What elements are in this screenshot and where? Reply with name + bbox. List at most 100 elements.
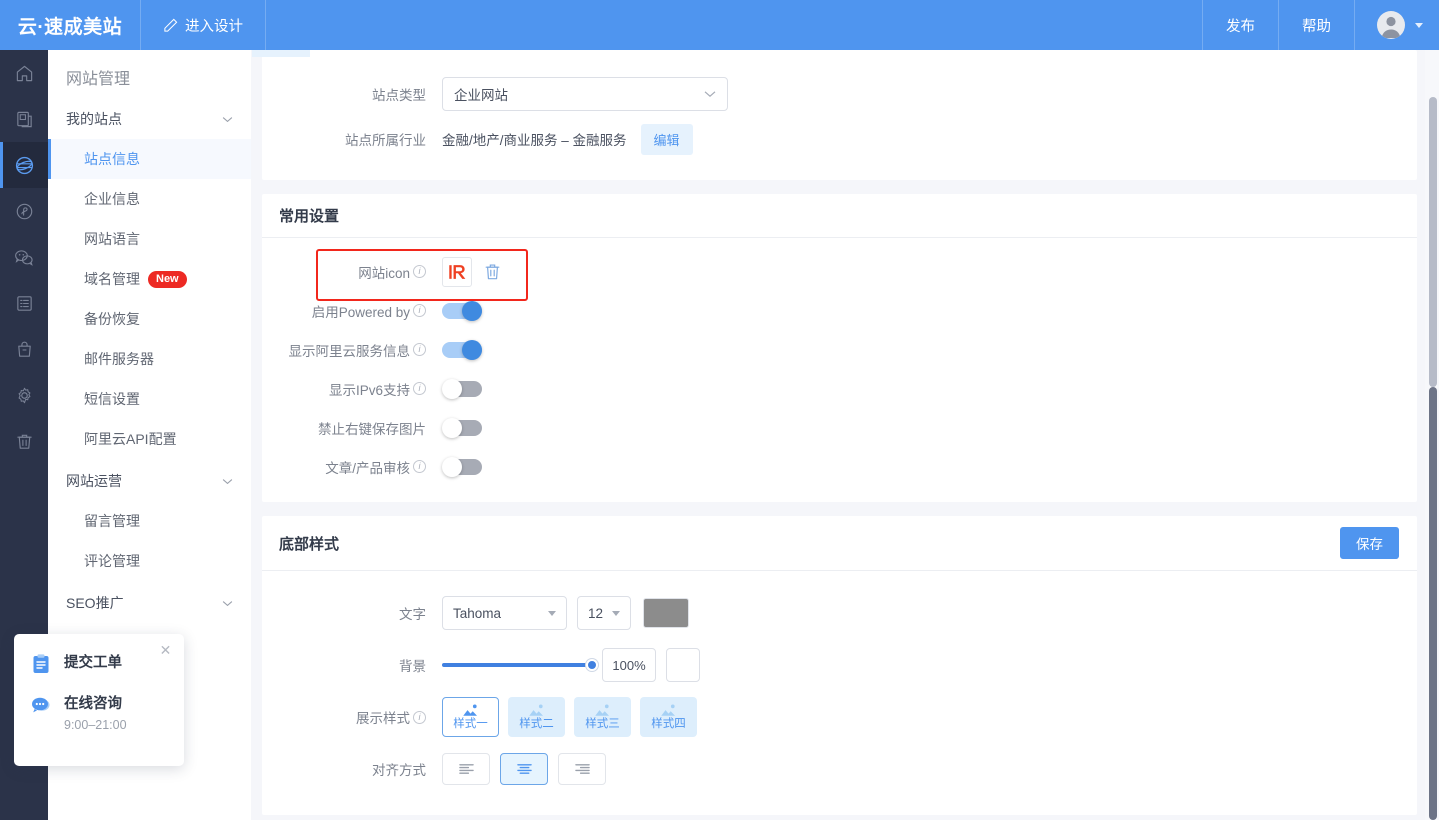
brand-logo[interactable]: 云·速成美站: [0, 0, 141, 50]
sidebar-item-label: 阿里云API配置: [84, 431, 177, 447]
display-style-option-1[interactable]: 样式一: [442, 697, 499, 737]
display-style-label-text: 展示样式: [356, 711, 410, 726]
opacity-slider[interactable]: [442, 656, 598, 674]
rail-item-settings[interactable]: [0, 372, 48, 418]
common-settings-card: 常用设置 网站icon i 启用Powered by i 显示阿里云服务信息 i…: [262, 194, 1417, 502]
scrollbar-thumb-lower[interactable]: [1429, 387, 1437, 820]
caret-down-icon: [612, 610, 620, 616]
rail-item-wechat[interactable]: [0, 234, 48, 280]
align-center-icon: [516, 764, 532, 774]
account-menu[interactable]: [1354, 0, 1439, 50]
footer-style-header: 底部样式 保存: [262, 516, 1417, 571]
help-button[interactable]: 帮助: [1278, 0, 1354, 50]
rail-item-pages[interactable]: [0, 96, 48, 142]
align-left-button[interactable]: [442, 753, 490, 785]
rail-item-website[interactable]: [0, 142, 48, 188]
rail-item-home[interactable]: [0, 50, 48, 96]
sidebar-item-company-info[interactable]: 企业信息: [48, 179, 251, 219]
aliyun-service-info-label: 显示阿里云服务信息 i: [262, 340, 442, 360]
caret-down-icon: [1415, 22, 1423, 28]
font-size-select[interactable]: 12: [577, 596, 631, 630]
submit-ticket-label: 提交工单: [64, 655, 122, 671]
content-review-toggle[interactable]: [442, 456, 482, 477]
display-style-option-3[interactable]: 样式三: [574, 697, 631, 737]
toggle-knob: [442, 417, 462, 438]
status-badge: New: [148, 270, 187, 288]
delete-icon-button[interactable]: [484, 262, 501, 281]
site-icon-label-text: 网站icon: [358, 265, 410, 281]
sidebar-group-my-sites[interactable]: 我的站点: [48, 99, 251, 139]
content-review-row: 文章/产品审核 i: [262, 447, 1417, 486]
sidebar-item-site-info[interactable]: 站点信息: [48, 139, 251, 179]
sidebar-item-sms-settings[interactable]: 短信设置: [48, 379, 251, 419]
font-family-select[interactable]: Tahoma: [442, 596, 567, 630]
sidebar-item-mail-server[interactable]: 邮件服务器: [48, 339, 251, 379]
align-right-button[interactable]: [558, 753, 606, 785]
aliyun-service-info-label-text: 显示阿里云服务信息: [288, 343, 411, 359]
page-title: 网站管理: [66, 71, 131, 88]
help-popup: ✕ 提交工单 在线咨询 9:00–21:00: [14, 634, 184, 766]
slider-knob[interactable]: [586, 659, 598, 671]
info-icon[interactable]: i: [413, 304, 426, 317]
display-style-option-label: 样式四: [651, 718, 686, 730]
aliyun-service-info-toggle[interactable]: [442, 339, 482, 360]
sidebar-item-backup-restore[interactable]: 备份恢复: [48, 299, 251, 339]
caret-down-icon: [548, 610, 556, 616]
opacity-value-input[interactable]: 100%: [602, 648, 656, 682]
sidebar-group-label: 网站运营: [66, 473, 122, 489]
save-button[interactable]: 保存: [1340, 527, 1399, 559]
image-icon: [463, 704, 477, 716]
sidebar-item-site-language[interactable]: 网站语言: [48, 219, 251, 259]
trash-icon: [485, 264, 500, 280]
sidebar-item-aliyun-api[interactable]: 阿里云API配置: [48, 419, 251, 459]
site-type-select[interactable]: 企业网站: [442, 77, 728, 111]
info-icon[interactable]: i: [413, 460, 426, 473]
image-icon: [661, 704, 675, 716]
sidebar-item-comment-management[interactable]: 评论管理: [48, 541, 251, 581]
powered-by-label-text: 启用Powered by: [311, 304, 410, 320]
common-settings-title: 常用设置: [279, 208, 340, 225]
info-icon[interactable]: i: [413, 710, 426, 724]
ipv6-support-toggle[interactable]: [442, 378, 482, 399]
rail-item-mini-program[interactable]: [0, 188, 48, 234]
text-style-row: 文字 Tahoma 12: [262, 587, 1417, 639]
online-chat-button[interactable]: 在线咨询: [14, 691, 184, 716]
edit-industry-button[interactable]: 编辑: [640, 123, 693, 155]
chevron-down-icon: [222, 600, 233, 606]
enter-design-button[interactable]: 进入设计: [141, 0, 266, 50]
rail-item-list[interactable]: [0, 280, 48, 326]
info-icon[interactable]: i: [413, 343, 426, 356]
vertical-scrollbar[interactable]: [1425, 50, 1439, 820]
sidebar-item-label: 留言管理: [84, 513, 140, 529]
disable-right-click-toggle[interactable]: [442, 417, 482, 438]
rail-item-trash[interactable]: [0, 418, 48, 464]
rail-item-shop[interactable]: [0, 326, 48, 372]
powered-by-row: 启用Powered by i: [262, 291, 1417, 330]
info-icon[interactable]: i: [413, 265, 426, 278]
chevron-down-icon: [704, 91, 716, 97]
align-center-button[interactable]: [500, 753, 548, 785]
info-icon[interactable]: i: [413, 382, 426, 395]
site-favicon-logo: [449, 264, 466, 279]
background-row: 背景 100%: [262, 639, 1417, 691]
ipv6-support-label: 显示IPv6支持 i: [262, 379, 442, 399]
sidebar-group-seo[interactable]: SEO推广: [48, 583, 251, 623]
display-style-option-4[interactable]: 样式四: [640, 697, 697, 737]
background-color-swatch[interactable]: [666, 648, 700, 682]
close-icon[interactable]: ✕: [159, 643, 172, 657]
display-style-option-2[interactable]: 样式二: [508, 697, 565, 737]
sidebar-item-domain-management[interactable]: 域名管理 New: [48, 259, 251, 299]
display-style-label: 展示样式 i: [262, 707, 442, 727]
clipboard-icon: [30, 653, 52, 675]
sidebar-item-message-management[interactable]: 留言管理: [48, 501, 251, 541]
sidebar-group-site-operations[interactable]: 网站运营: [48, 461, 251, 501]
site-favicon-thumb[interactable]: [442, 256, 472, 287]
wechat-icon: [15, 249, 33, 266]
scrollbar-thumb-upper[interactable]: [1429, 97, 1437, 387]
trash-icon: [16, 434, 32, 449]
text-color-swatch[interactable]: [643, 598, 689, 628]
powered-by-toggle[interactable]: [442, 300, 482, 321]
publish-button[interactable]: 发布: [1202, 0, 1278, 50]
toggle-knob: [442, 456, 462, 477]
alignment-label: 对齐方式: [372, 763, 426, 778]
